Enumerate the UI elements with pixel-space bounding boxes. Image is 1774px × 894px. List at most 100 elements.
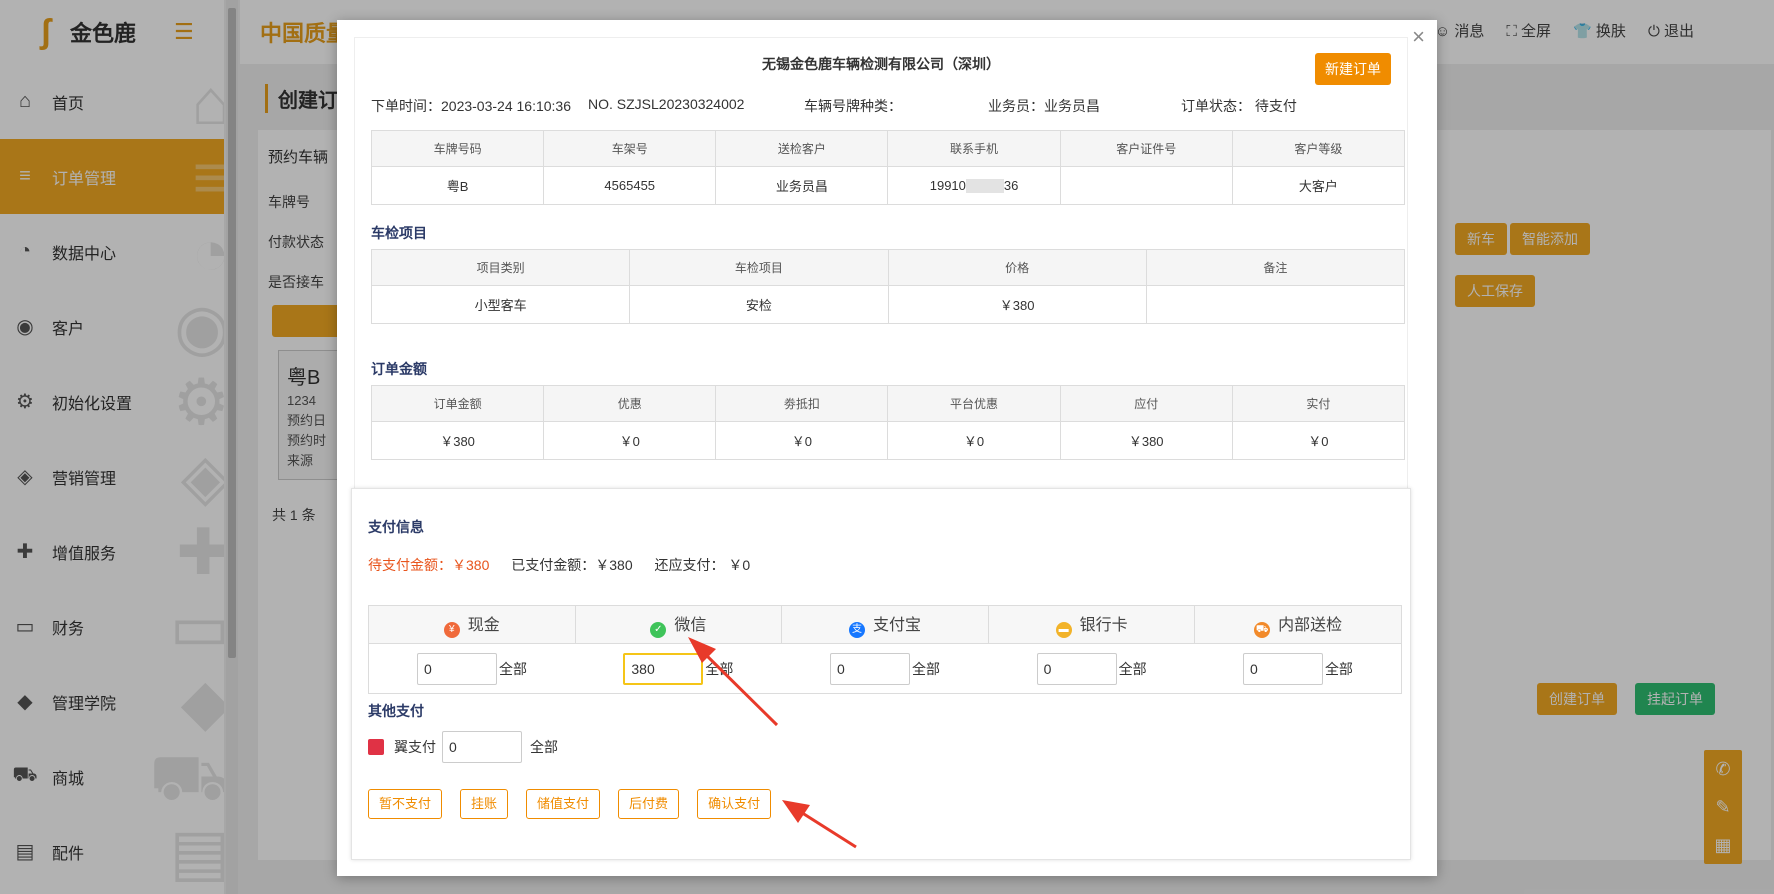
table-cell — [1059, 166, 1233, 205]
wechat-icon: ✓ — [650, 622, 667, 638]
table-header: 平台优惠 — [887, 385, 1061, 422]
payment-amount-input[interactable] — [417, 652, 498, 685]
payment-method-label: 内部送检 — [1278, 617, 1343, 634]
new-order-button[interactable]: 新建订单 — [1315, 53, 1391, 85]
vehicle-table: 车牌号码 车架号 送检客户 联系手机 客户证件号 客户等级 粤B 4565455… — [370, 130, 1406, 205]
payment-amount-input[interactable] — [1242, 652, 1323, 685]
car-icon: ⛟ — [1254, 622, 1271, 638]
payment-method-header: ⛟ 内部送检 — [1194, 605, 1402, 644]
phone-prefix: 19910 — [929, 177, 966, 193]
order-status: 订单状态： 待支付 — [1181, 98, 1297, 114]
defer-payment-button[interactable]: 暂不支付 — [368, 789, 443, 819]
table-header-row: 订单金额 优惠 劵抵扣 平台优惠 应付 实付 — [370, 385, 1406, 422]
payment-method-header: ▬ 银行卡 — [987, 605, 1196, 644]
table-cell: ￥380 — [1059, 421, 1233, 460]
payment-method-cell: 全部 — [368, 643, 576, 694]
table-header: 车架号 — [543, 130, 717, 167]
order-details: 无锡金色鹿车辆检测有限公司（深圳） 新建订单 下单时间：2023-03-24 1… — [354, 37, 1408, 502]
payment-summary: 待支付金额：￥380 已支付金额：￥380 还应支付： ￥0 — [368, 555, 750, 575]
other-payment-title: 其他支付 — [368, 703, 424, 719]
pay-all-link[interactable]: 全部 — [705, 661, 733, 677]
payment-amount-input[interactable] — [623, 652, 704, 685]
order-time: 下单时间：2023-03-24 16:10:36 — [371, 98, 571, 114]
table-header: 备注 — [1145, 249, 1406, 286]
charge-to-account-button[interactable]: 挂账 — [460, 789, 509, 819]
yi-pay-icon — [368, 739, 384, 755]
postpaid-button[interactable]: 后付费 — [618, 789, 680, 819]
table-header: 项目类别 — [370, 249, 631, 286]
payment-method-label: 微信 — [674, 617, 707, 634]
table-header: 联系手机 — [887, 130, 1061, 167]
payment-methods-table: ¥ 现金 ✓ 微信 支支付宝 ▬ 银行卡 ⛟ 内部送检 全部 全部 全部 全部 全部 — [368, 605, 1402, 694]
amount-paid: 已支付金额：￥380 — [511, 557, 633, 573]
pay-all-link[interactable]: 全部 — [912, 661, 940, 677]
close-icon[interactable]: × — [1412, 26, 1425, 48]
pay-all-link[interactable]: 全部 — [1119, 661, 1147, 677]
inspection-section-title: 车检项目 — [371, 225, 427, 241]
confirm-payment-button[interactable]: 确认支付 — [697, 789, 772, 819]
cash-icon: ¥ — [443, 622, 460, 638]
company-name: 无锡金色鹿车辆检测有限公司（深圳） — [762, 56, 1000, 72]
payment-method-header-row: ¥ 现金 ✓ 微信 支支付宝 ▬ 银行卡 ⛟ 内部送检 — [368, 605, 1402, 644]
stored-value-payment-button[interactable]: 储值支付 — [526, 789, 601, 819]
table-header: 实付 — [1231, 385, 1406, 422]
pay-all-link[interactable]: 全部 — [1325, 661, 1353, 677]
table-header: 客户等级 — [1231, 130, 1406, 167]
payment-method-label: 现金 — [467, 617, 500, 634]
amount-remaining: 还应支付： ￥0 — [654, 557, 751, 573]
table-cell: ￥380 — [887, 285, 1147, 324]
payment-amount-input[interactable] — [829, 652, 910, 685]
table-row: ￥380 ￥0 ￥0 ￥0 ￥380 ￥0 — [370, 421, 1406, 460]
amount-table: 订单金额 优惠 劵抵扣 平台优惠 应付 实付 ￥380 ￥0 ￥0 ￥0 ￥38… — [370, 385, 1406, 460]
plate-type: 车辆号牌种类： — [804, 98, 902, 114]
bank-card-icon: ▬ — [1055, 622, 1072, 638]
payment-method-header: ✓ 微信 — [574, 605, 783, 644]
table-cell: 安检 — [629, 285, 889, 324]
table-cell: ￥0 — [1231, 421, 1406, 460]
alipay-icon: 支 — [848, 622, 865, 638]
table-header: 优惠 — [543, 385, 717, 422]
table-header: 送检客户 — [715, 130, 889, 167]
table-cell: ￥0 — [887, 421, 1061, 460]
table-cell: 粤B — [370, 166, 545, 205]
yi-pay-row: 翼支付 全部 — [368, 731, 558, 763]
table-row: 粤B 4565455 业务员昌 19910 36 大客户 — [370, 166, 1406, 205]
masked-digits — [965, 179, 1004, 194]
order-number: NO. SZJSL20230324002 — [588, 96, 745, 112]
payment-method-cell: 全部 — [988, 643, 1195, 694]
payment-action-buttons: 暂不支付 挂账 储值支付 后付费 确认支付 — [368, 789, 772, 819]
table-header: 订单金额 — [370, 385, 545, 422]
table-header: 车检项目 — [629, 249, 889, 286]
table-header-row: 车牌号码 车架号 送检客户 联系手机 客户证件号 客户等级 — [370, 130, 1406, 167]
yi-pay-all-link[interactable]: 全部 — [530, 737, 558, 757]
table-cell: 大客户 — [1231, 166, 1406, 205]
table-cell: ￥0 — [543, 421, 717, 460]
yi-pay-label: 翼支付 — [394, 739, 436, 755]
order-payment-modal: × 无锡金色鹿车辆检测有限公司（深圳） 新建订单 下单时间：2023-03-24… — [337, 20, 1437, 876]
payment-section: 支付信息 待支付金额：￥380 已支付金额：￥380 还应支付： ￥0 ¥ 现金 ✓… — [351, 488, 1411, 860]
salesperson: 业务员：业务员昌 — [988, 98, 1100, 114]
table-cell: 业务员昌 — [715, 166, 889, 205]
table-cell: 小型客车 — [370, 285, 631, 324]
payment-method-header: 支支付宝 — [781, 605, 989, 644]
yi-pay-amount-input[interactable] — [442, 731, 522, 763]
pay-all-link[interactable]: 全部 — [499, 661, 527, 677]
payment-method-header: ¥ 现金 — [368, 605, 576, 644]
table-cell: ￥380 — [370, 421, 545, 460]
payment-method-cell: 全部 — [1194, 643, 1402, 694]
payment-method-label: 支付宝 — [872, 617, 921, 634]
payment-method-cell: 全部 — [575, 643, 782, 694]
payment-method-input-row: 全部 全部 全部 全部 全部 — [368, 643, 1402, 694]
table-header: 应付 — [1059, 385, 1233, 422]
table-header-row: 项目类别 车检项目 价格 备注 — [370, 249, 1406, 286]
table-header: 劵抵扣 — [715, 385, 889, 422]
table-cell: 4565455 — [543, 166, 717, 205]
table-row: 小型客车 安检 ￥380 — [370, 285, 1406, 324]
payment-amount-input[interactable] — [1036, 652, 1117, 685]
amount-section-title: 订单金额 — [371, 361, 427, 377]
phone-suffix: 36 — [1003, 177, 1019, 193]
table-header: 客户证件号 — [1059, 130, 1233, 167]
payment-section-title: 支付信息 — [368, 519, 424, 535]
amount-due: 待支付金额：￥380 — [368, 557, 490, 573]
table-cell: ￥0 — [715, 421, 889, 460]
